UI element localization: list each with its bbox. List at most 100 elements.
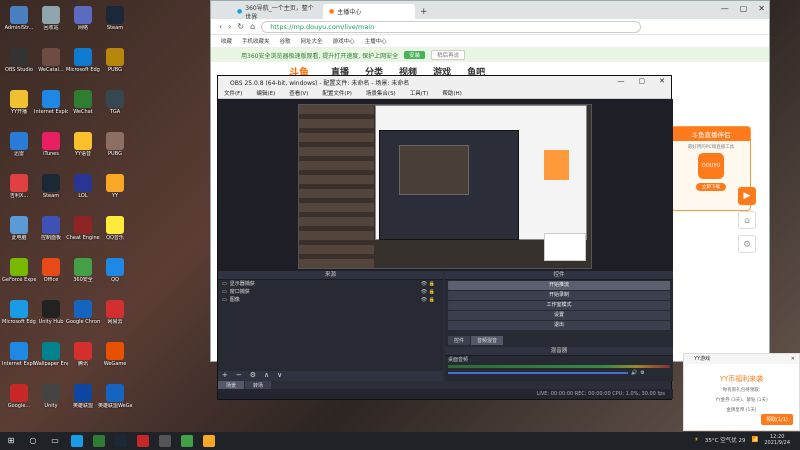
360-browser-icon[interactable] bbox=[181, 435, 193, 447]
obs-preview-canvas[interactable] bbox=[218, 99, 673, 271]
weather-text[interactable]: 35°C 空气优 29 bbox=[705, 436, 746, 444]
close-icon[interactable]: ✕ bbox=[791, 354, 795, 364]
source-item[interactable]: ▭ 窗口捕获 👁 🔒 bbox=[218, 288, 443, 296]
up-arrow-icon[interactable]: ∧ bbox=[264, 371, 269, 381]
desktop-icon[interactable]: iTunes bbox=[34, 130, 68, 168]
bookmark-item[interactable]: 网址大全 bbox=[301, 37, 323, 45]
menu-help[interactable]: 帮助(H) bbox=[442, 89, 461, 97]
refresh-icon[interactable]: ↻ bbox=[237, 22, 244, 31]
steam-icon[interactable] bbox=[115, 435, 127, 447]
volume-slider[interactable] bbox=[448, 372, 628, 374]
desktop-icon[interactable]: WeChat bbox=[66, 88, 100, 126]
desktop-icon[interactable]: 腾讯 bbox=[66, 340, 100, 378]
browser-tab-360[interactable]: ● 360导航_一个主页，整个世界 bbox=[231, 4, 323, 21]
gear-icon[interactable]: ⚙ bbox=[250, 371, 256, 381]
weather-icon[interactable]: ☀ bbox=[694, 437, 699, 443]
desktop-icon[interactable]: Google Chrome bbox=[66, 298, 100, 336]
desktop-icon[interactable]: LOL bbox=[66, 172, 100, 210]
obs-icon[interactable] bbox=[159, 435, 171, 447]
down-arrow-icon[interactable]: ∨ bbox=[277, 371, 282, 381]
maximize-button[interactable]: ▢ bbox=[639, 77, 646, 85]
desktop-icon[interactable]: AdminiStr... bbox=[2, 4, 36, 42]
studio-mode-button[interactable]: 工作室模式 bbox=[448, 301, 670, 310]
minimize-button[interactable]: — bbox=[721, 4, 729, 13]
visibility-lock-icons[interactable]: 👁 🔒 bbox=[421, 280, 435, 288]
network-icon[interactable]: 📶 bbox=[752, 437, 759, 443]
forward-icon[interactable]: › bbox=[228, 22, 231, 31]
address-bar[interactable]: https://mp.douyu.com/live/main bbox=[261, 20, 642, 33]
desktop-icon[interactable]: 回收站 bbox=[34, 4, 68, 42]
search-icon[interactable]: ○ bbox=[27, 435, 39, 447]
back-icon[interactable]: ‹ bbox=[219, 22, 222, 31]
desktop-icon[interactable]: 控制面板 bbox=[34, 214, 68, 252]
desktop-icon[interactable]: Microsoft Edge bbox=[66, 46, 100, 84]
desktop-icon[interactable]: 迅雷 bbox=[2, 130, 36, 168]
desktop-icon[interactable]: Unity bbox=[34, 382, 68, 420]
desktop-icon[interactable]: YY语音 bbox=[66, 130, 100, 168]
menu-scene-collection[interactable]: 场景集合(S) bbox=[366, 89, 396, 97]
settings-button[interactable]: 设置 bbox=[448, 311, 670, 320]
close-button[interactable]: ✕ bbox=[659, 77, 665, 85]
desktop-icon[interactable]: Microsoft Edge bbox=[2, 298, 36, 336]
speaker-icon[interactable]: 🔊 bbox=[631, 370, 637, 376]
menu-edit[interactable]: 编辑(E) bbox=[256, 89, 275, 97]
desktop-icon[interactable]: WeGame bbox=[98, 340, 132, 378]
task-view-icon[interactable]: ▭ bbox=[49, 435, 61, 447]
desktop-icon[interactable]: YY bbox=[98, 172, 132, 210]
add-icon[interactable]: + bbox=[222, 371, 228, 381]
source-item[interactable]: ▭ 显示器捕获 👁 🔒 bbox=[218, 280, 443, 288]
desktop-icon[interactable]: TGA bbox=[98, 88, 132, 126]
desktop-icon[interactable]: Wallpaper Engine bbox=[34, 340, 68, 378]
later-button[interactable]: 稍后再说 bbox=[431, 50, 466, 60]
bookmark-item[interactable]: 主播中心 bbox=[365, 37, 387, 45]
install-button[interactable]: 安装 bbox=[404, 51, 426, 59]
bookmark-item[interactable]: 收藏 bbox=[221, 37, 232, 45]
menu-view[interactable]: 查看(V) bbox=[289, 89, 308, 97]
play-icon[interactable]: ▶ bbox=[738, 187, 756, 205]
desktop-icon[interactable]: Steam bbox=[98, 4, 132, 42]
new-tab-button[interactable]: + bbox=[415, 5, 433, 19]
menu-file[interactable]: 文件(F) bbox=[224, 89, 242, 97]
visibility-lock-icons[interactable]: 👁 🔒 bbox=[421, 296, 435, 304]
bookmark-item[interactable]: 谷歌 bbox=[280, 37, 291, 45]
visibility-lock-icons[interactable]: 👁 🔒 bbox=[421, 288, 435, 296]
start-recording-button[interactable]: 开始录制 bbox=[448, 291, 670, 300]
desktop-icon[interactable]: Office bbox=[34, 256, 68, 294]
bookmark-item[interactable]: 手机收藏夹 bbox=[242, 37, 270, 45]
desktop-icon[interactable]: Internet Explorer bbox=[34, 88, 68, 126]
clock[interactable]: 12:20 2021/9/24 bbox=[764, 434, 790, 446]
start-streaming-button[interactable]: 开始推流 bbox=[448, 281, 670, 290]
home-icon[interactable]: ⌂ bbox=[250, 22, 255, 31]
start-icon[interactable]: ⊞ bbox=[5, 435, 17, 447]
home-icon[interactable]: ⌂ bbox=[738, 211, 756, 229]
desktop-icon[interactable]: 吉利X... bbox=[2, 172, 36, 210]
gear-icon[interactable]: ⚙ bbox=[738, 235, 756, 253]
minimize-button[interactable]: — bbox=[618, 77, 625, 85]
desktop-icon[interactable]: Cheat Engine bbox=[66, 214, 100, 252]
tab-audio-mixer[interactable]: 音频混音 bbox=[471, 336, 504, 345]
desktop-icon[interactable]: Steam bbox=[34, 172, 68, 210]
desktop-icon[interactable]: Google... bbox=[2, 382, 36, 420]
desktop-icon[interactable]: Unity Hub bbox=[34, 298, 68, 336]
menu-profile[interactable]: 配置文件(P) bbox=[322, 89, 352, 97]
desktop-icon[interactable]: QQ bbox=[98, 256, 132, 294]
claim-button[interactable]: 领取(1/1) bbox=[761, 414, 793, 425]
exit-button[interactable]: 退出 bbox=[448, 321, 670, 330]
close-button[interactable]: ✕ bbox=[758, 4, 765, 13]
edge-icon[interactable] bbox=[71, 435, 83, 447]
remove-icon[interactable]: − bbox=[236, 371, 242, 381]
gear-icon[interactable]: ⚙ bbox=[640, 370, 644, 376]
desktop-icon[interactable]: Internet Explorer bbox=[2, 340, 36, 378]
desktop-icon[interactable]: 网易云 bbox=[98, 298, 132, 336]
source-item[interactable]: ▭ 图像 👁 🔒 bbox=[218, 296, 443, 304]
download-button[interactable]: 立即下载 bbox=[696, 183, 726, 191]
app-icon[interactable] bbox=[137, 435, 149, 447]
desktop-icon[interactable]: YY开播 bbox=[2, 88, 36, 126]
desktop-icon[interactable]: PUBG bbox=[98, 130, 132, 168]
tab-controls[interactable]: 控件 bbox=[448, 336, 471, 345]
browser-tab-douyu[interactable]: ● 主播中心 bbox=[323, 4, 415, 19]
desktop-icon[interactable]: 网络 bbox=[66, 4, 100, 42]
desktop-icon[interactable]: 360安全 bbox=[66, 256, 100, 294]
yy-icon[interactable] bbox=[203, 435, 215, 447]
desktop-icon[interactable]: 此电脑 bbox=[2, 214, 36, 252]
